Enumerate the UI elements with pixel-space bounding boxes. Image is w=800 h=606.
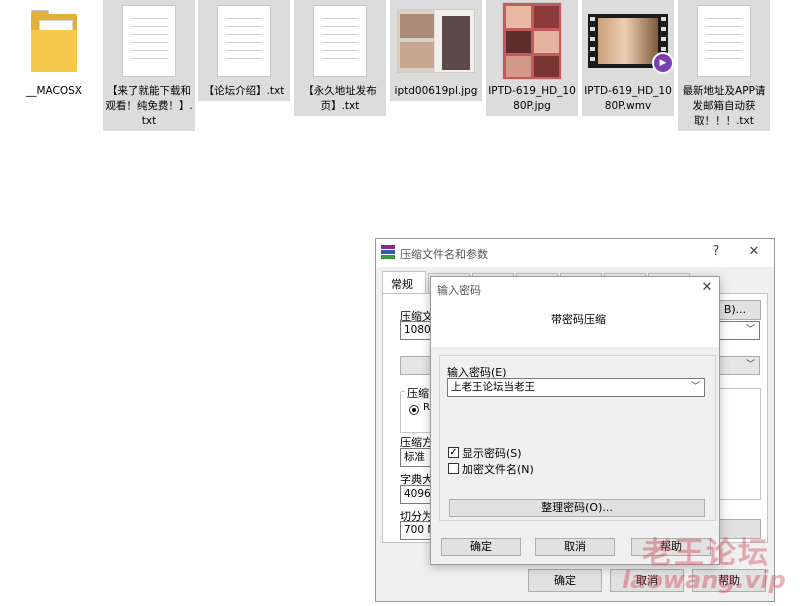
encrypt-names-label: 加密文件名(N) <box>462 463 534 476</box>
file-name: __MACOSX <box>25 85 82 97</box>
close-icon[interactable]: ✕ <box>744 243 764 261</box>
password-input[interactable]: 上老王论坛当老王 ﹀ <box>447 378 705 397</box>
password-dialog: 输入密码 ✕ 带密码压缩 输入密码(E) 上老王论坛当老王 ﹀ ✓ 显示密码(S… <box>430 276 720 565</box>
file-name: iptd00619pl.jpg <box>394 85 478 97</box>
tab-general[interactable]: 常规 <box>382 271 426 293</box>
image-thumbnail-icon <box>390 0 482 82</box>
play-icon: ▶ <box>652 52 674 74</box>
image-thumbnail-icon <box>486 0 578 82</box>
file-item-wmv[interactable]: ▶ IPTD-619_HD_1080P.wmv <box>582 0 674 116</box>
encrypt-names-checkbox[interactable] <box>448 463 459 474</box>
text-file-icon <box>198 0 290 82</box>
organize-passwords-label: 整理密码(O)... <box>541 501 613 514</box>
file-item-macosx[interactable]: __MACOSX <box>8 0 100 103</box>
text-file-icon <box>103 0 195 82</box>
password-header-area: 带密码压缩 <box>431 301 719 347</box>
password-cancel-label: 取消 <box>564 540 586 553</box>
organize-passwords-button[interactable]: 整理密码(O)... <box>449 499 705 517</box>
tab-general-label: 常规 <box>391 278 413 291</box>
chevron-down-icon: ﹀ <box>690 382 700 392</box>
close-icon[interactable]: ✕ <box>697 279 717 297</box>
method-value: 标准 <box>404 451 425 463</box>
file-item-jpg[interactable]: iptd00619pl.jpg <box>390 0 482 101</box>
file-name: IPTD-619_HD_1080P.jpg <box>488 85 576 112</box>
video-file-icon: ▶ <box>582 0 674 82</box>
archive-dialog-titlebar[interactable]: 压缩文件名和参数 ? ✕ <box>376 239 774 267</box>
password-ok-button[interactable]: 确定 <box>441 538 521 556</box>
file-name: 【永久地址发布页】.txt <box>303 85 377 112</box>
format-group-label: 压缩 <box>405 385 431 401</box>
archive-dialog-title: 压缩文件名和参数 <box>400 248 488 261</box>
text-file-icon <box>678 0 770 82</box>
file-item-txt[interactable]: 【来了就能下载和观看！纯免费！】.txt <box>103 0 195 131</box>
file-name: 【来了就能下载和观看！纯免费！】.txt <box>105 85 193 127</box>
file-name: IPTD-619_HD_1080P.wmv <box>584 85 672 112</box>
rar-radio[interactable] <box>409 405 419 415</box>
password-value: 上老王论坛当老王 <box>451 381 535 393</box>
chevron-down-icon: ﹀ <box>745 325 755 335</box>
help-icon[interactable]: ? <box>706 243 726 261</box>
chevron-down-icon: ﹀ <box>745 360 755 370</box>
file-item-txt[interactable]: 【论坛介绍】.txt <box>198 0 290 101</box>
browse-button-label: B)... <box>723 303 747 316</box>
options-group <box>713 388 761 500</box>
file-item-jpg[interactable]: IPTD-619_HD_1080P.jpg <box>486 0 578 116</box>
winrar-icon <box>381 245 395 259</box>
watermark-url: laowang.vip <box>622 566 786 594</box>
password-dialog-title: 输入密码 <box>437 284 481 297</box>
file-item-txt[interactable]: 最新地址及APP请发邮箱自动获取！！！.txt <box>678 0 770 131</box>
password-ok-label: 确定 <box>470 540 492 553</box>
archive-ok-button[interactable]: 确定 <box>528 569 602 592</box>
show-password-label: 显示密码(S) <box>462 447 522 460</box>
password-cancel-button[interactable]: 取消 <box>535 538 615 556</box>
text-file-icon <box>294 0 386 82</box>
password-heading: 带密码压缩 <box>551 313 606 326</box>
file-name: 最新地址及APP请发邮箱自动获取！！！.txt <box>682 85 766 127</box>
folder-icon <box>8 0 100 82</box>
file-name: 【论坛介绍】.txt <box>203 85 285 97</box>
show-password-checkbox[interactable]: ✓ <box>448 447 459 458</box>
archive-ok-label: 确定 <box>554 574 576 587</box>
file-item-txt[interactable]: 【永久地址发布页】.txt <box>294 0 386 116</box>
password-dialog-titlebar[interactable]: 输入密码 ✕ <box>431 277 719 301</box>
